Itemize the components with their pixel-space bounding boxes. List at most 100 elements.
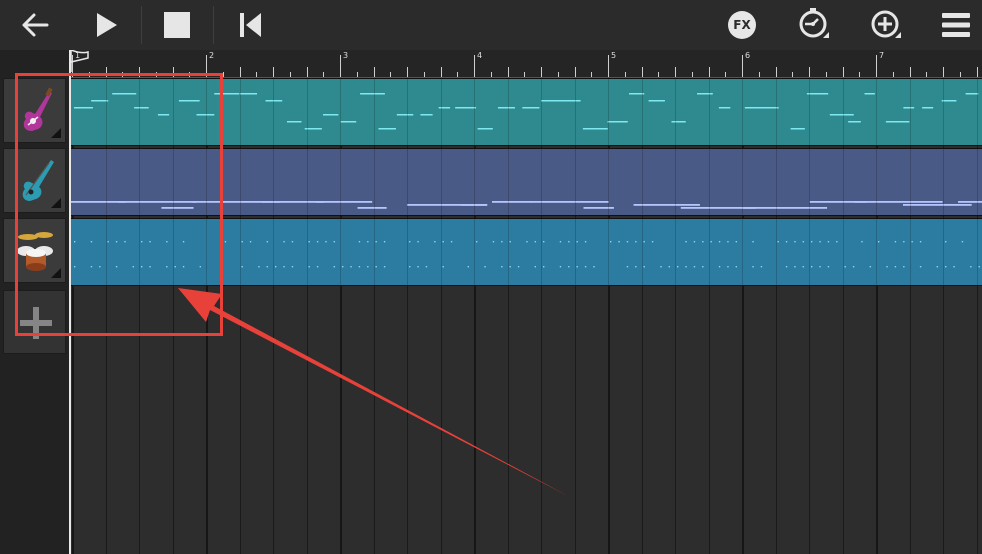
midi-note <box>70 201 126 203</box>
drum-hit <box>534 266 537 268</box>
add-button[interactable] <box>866 0 906 50</box>
drum-hit <box>685 266 687 268</box>
drum-hit <box>182 266 185 268</box>
back-button[interactable] <box>14 0 56 50</box>
ruler-tick <box>256 72 258 77</box>
toolbar: FX <box>0 0 982 50</box>
menu-button[interactable] <box>936 0 976 50</box>
midi-note <box>161 207 194 209</box>
drum-hit <box>802 241 805 243</box>
drum-hit <box>476 241 478 243</box>
drum-hit <box>568 241 570 243</box>
track-lane-electric-guitar[interactable] <box>70 78 982 146</box>
midi-note <box>178 100 200 102</box>
drum-hit <box>777 241 779 243</box>
clip-grid-line <box>909 149 911 215</box>
drum-hit <box>358 266 361 268</box>
ruler-bar-number: 7 <box>879 51 885 60</box>
track-lane-drums[interactable] <box>70 218 982 286</box>
rewind-button[interactable] <box>230 0 270 50</box>
drum-hit <box>978 266 980 268</box>
hamburger-menu-icon <box>941 12 971 38</box>
drum-hit <box>283 266 285 268</box>
ruler-tick <box>289 72 291 77</box>
timeline-ruler[interactable]: 1234567 <box>70 50 982 78</box>
playhead-marker[interactable] <box>70 50 90 74</box>
play-button[interactable] <box>86 0 126 50</box>
ruler-tick <box>105 67 107 77</box>
track-lane-bass-guitar[interactable] <box>70 148 982 216</box>
drum-hit <box>174 266 176 268</box>
ruler-tick <box>524 72 526 77</box>
drum-hit <box>383 241 386 243</box>
play-icon <box>94 12 118 38</box>
drum-hit <box>693 241 696 243</box>
drum-hit <box>735 241 738 243</box>
ruler-tick <box>306 67 308 77</box>
midi-note <box>766 107 779 109</box>
track-button-bass-guitar[interactable] <box>3 148 66 213</box>
ruler-bar-tick <box>206 55 207 77</box>
drum-hit <box>727 241 729 243</box>
midi-note <box>214 93 240 95</box>
drum-hit <box>166 241 168 243</box>
clip-grid-line <box>507 149 509 215</box>
clip-grid-line <box>809 79 810 145</box>
metronome-button[interactable] <box>794 0 834 50</box>
midi-note <box>134 107 149 109</box>
drum-hit <box>668 266 671 268</box>
drum-hit <box>702 266 704 268</box>
drum-hit <box>727 266 729 268</box>
clip-grid-line <box>373 219 375 285</box>
clip-grid-line <box>842 219 844 285</box>
add-track-button[interactable] <box>3 290 66 354</box>
clip-grid-line <box>474 149 475 215</box>
drum-hit <box>275 266 277 268</box>
drum-hit <box>584 241 587 243</box>
drum-hit <box>685 241 687 243</box>
midi-note <box>744 107 769 109</box>
stop-icon <box>164 12 190 38</box>
clip-grid-line <box>641 149 643 215</box>
ruler-bar-number: 5 <box>611 51 617 60</box>
fx-button[interactable]: FX <box>724 0 760 50</box>
clip-grid-line <box>239 79 241 145</box>
playhead[interactable] <box>69 50 71 554</box>
clip-grid-line <box>641 219 643 285</box>
clip-grid-line <box>172 79 174 145</box>
clip-grid-line <box>206 149 207 215</box>
clip-grid-line <box>943 219 944 285</box>
midi-note <box>848 121 861 123</box>
clip-grid-line <box>742 219 743 285</box>
drum-hit <box>141 241 143 243</box>
drum-hit <box>107 241 109 243</box>
ruler-tick <box>507 67 509 77</box>
drum-hit <box>811 266 813 268</box>
drum-hit <box>224 241 227 243</box>
midi-note <box>420 114 433 116</box>
clip-grid-line <box>239 219 241 285</box>
clip-grid-line <box>172 219 174 285</box>
clip-grid-line <box>306 149 308 215</box>
ruler-tick <box>591 72 593 77</box>
drum-hit <box>333 266 336 268</box>
clip-grid-line <box>139 219 140 285</box>
clip-grid-line <box>541 79 542 145</box>
track-button-drums[interactable] <box>3 218 66 283</box>
clip-grid-line <box>708 79 710 145</box>
drum-hit <box>543 266 545 268</box>
clip-grid-line <box>206 219 207 285</box>
drum-hit <box>367 266 369 268</box>
ruler-bar-number: 4 <box>477 51 483 60</box>
drum-hit <box>635 241 637 243</box>
drum-hit <box>350 266 352 268</box>
arrangement-area[interactable]: 1234567 <box>70 50 982 554</box>
midi-note <box>261 201 325 203</box>
stop-button[interactable] <box>157 0 197 50</box>
drum-hit <box>635 266 637 268</box>
drum-hit <box>869 266 872 268</box>
drum-hit <box>861 241 863 243</box>
ruler-tick <box>139 67 140 77</box>
drum-hit <box>702 241 704 243</box>
track-button-electric-guitar[interactable] <box>3 78 66 143</box>
